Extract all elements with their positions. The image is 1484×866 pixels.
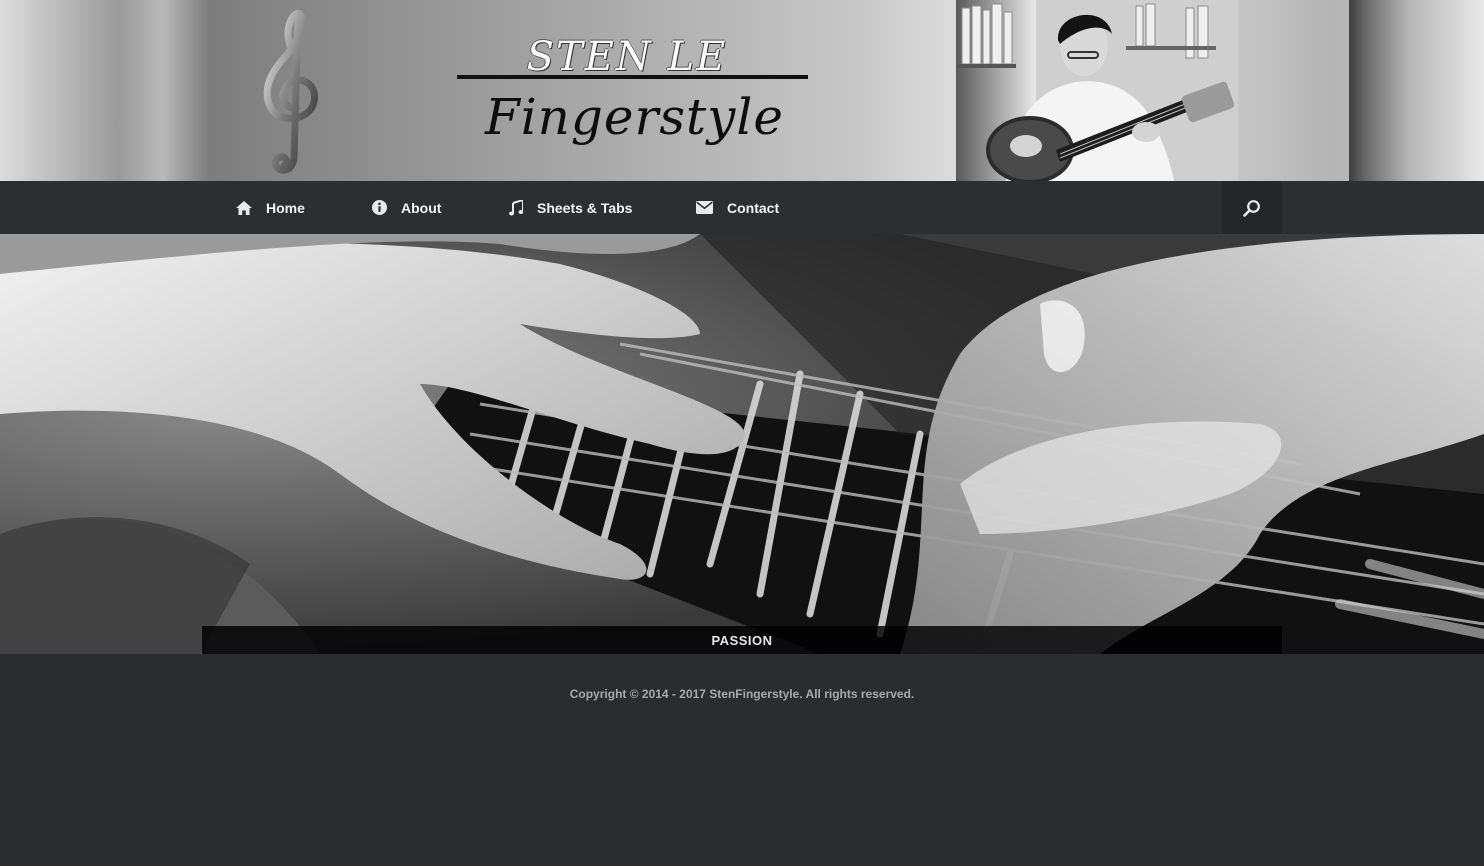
brand-logo[interactable]: STEN LE Fingerstyle bbox=[457, 28, 809, 158]
nav-label-sheets-tabs: Sheets & Tabs bbox=[537, 199, 633, 216]
treble-clef-icon bbox=[263, 9, 319, 174]
hero-banner: PASSION bbox=[0, 234, 1484, 654]
header-side-panel bbox=[1349, 0, 1484, 181]
nav-label-contact: Contact bbox=[727, 199, 780, 216]
brand-divider bbox=[457, 75, 808, 79]
nav-label-home: Home bbox=[266, 199, 305, 216]
nav-item-contact[interactable]: Contact bbox=[696, 181, 779, 234]
main-nav: Home About Sheets & Tabs Contact bbox=[0, 181, 1484, 234]
copyright-text: Copyright © 2014 - 2017 StenFingerstyle.… bbox=[569, 687, 915, 701]
hero-caption: PASSION bbox=[202, 626, 1282, 654]
search-icon bbox=[1243, 199, 1260, 217]
music-note-icon bbox=[509, 199, 523, 215]
search-button[interactable] bbox=[1222, 181, 1282, 234]
nav-item-about[interactable]: About bbox=[372, 181, 441, 234]
info-icon bbox=[372, 200, 387, 215]
nav-item-sheets-tabs[interactable]: Sheets & Tabs bbox=[509, 181, 632, 234]
nav-label-about: About bbox=[401, 199, 442, 216]
brand-name: STEN LE bbox=[526, 34, 728, 80]
nav-item-home[interactable]: Home bbox=[236, 181, 305, 234]
hero-image bbox=[0, 234, 1484, 654]
site-header: STEN LE Fingerstyle bbox=[0, 0, 1484, 181]
site-footer: Copyright © 2014 - 2017 StenFingerstyle.… bbox=[0, 654, 1484, 866]
envelope-icon bbox=[696, 201, 713, 214]
home-icon bbox=[236, 200, 252, 215]
guitarist-photo bbox=[956, 0, 1238, 181]
brand-tagline: Fingerstyle bbox=[485, 88, 784, 146]
